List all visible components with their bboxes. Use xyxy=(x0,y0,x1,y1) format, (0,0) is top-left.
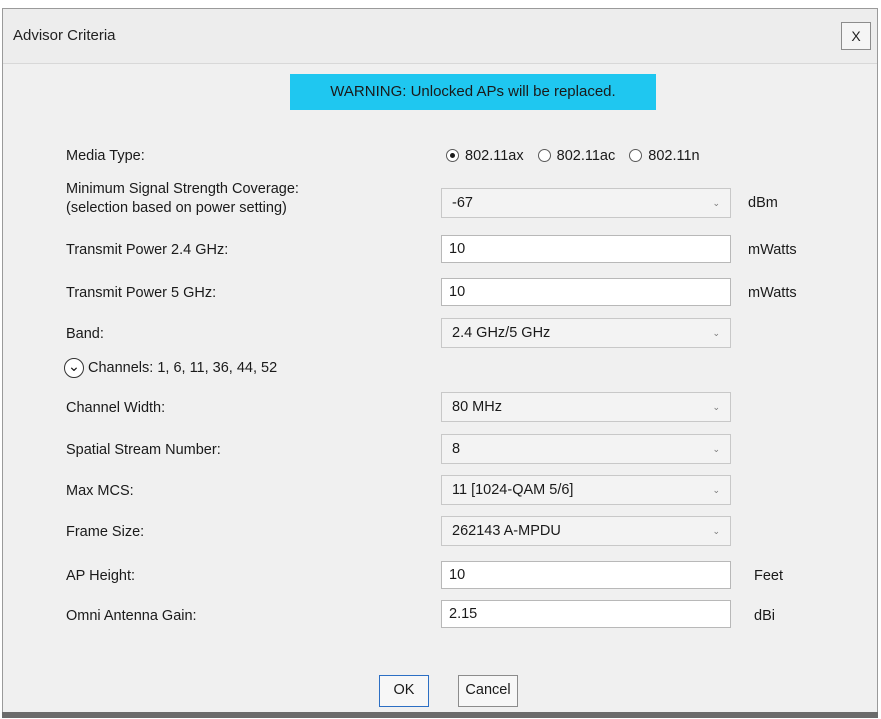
chevron-down-icon: ⌄ xyxy=(712,485,720,495)
close-button[interactable]: X xyxy=(841,22,871,50)
radio-80211n[interactable]: 802.11n xyxy=(629,148,700,165)
warning-banner: WARNING: Unlocked APs will be replaced. xyxy=(290,74,656,110)
ap-height-label: AP Height: xyxy=(66,568,136,584)
chevron-down-icon: ⌄ xyxy=(712,526,720,536)
chevron-down-icon: ⌄ xyxy=(712,328,720,338)
chevron-down-icon: ⌄ xyxy=(712,198,720,208)
radio-80211ax[interactable]: 802.11ax xyxy=(446,148,524,164)
frame-size-label: Frame Size: xyxy=(66,524,145,540)
radio-80211ax-label: 802.11ax xyxy=(465,148,524,165)
chevron-down-icon: ⌄ xyxy=(712,402,720,412)
max-mcs-label: Max MCS: xyxy=(66,483,134,499)
channel-width-value: 80 MHz xyxy=(452,399,502,415)
min-signal-value: -67 xyxy=(452,195,473,211)
max-mcs-value: 11 [1024-QAM 5/6] xyxy=(452,482,574,498)
chevron-down-circle-icon[interactable]: ⌄ xyxy=(64,358,84,378)
cancel-button[interactable]: Cancel xyxy=(458,675,518,707)
dialog-title: Advisor Criteria xyxy=(13,27,116,44)
media-type-radio-group: 802.11ax 802.11ac 802.11n xyxy=(446,148,710,168)
max-mcs-select[interactable]: 11 [1024-QAM 5/6] ⌄ xyxy=(441,475,731,505)
media-type-label: Media Type: xyxy=(66,148,145,164)
min-signal-select[interactable]: -67 ⌄ xyxy=(441,188,731,218)
min-signal-label: Minimum Signal Strength Coverage: (selec… xyxy=(66,180,299,218)
spatial-stream-label: Spatial Stream Number: xyxy=(66,442,221,458)
radio-80211ac[interactable]: 802.11ac xyxy=(537,148,616,165)
channel-width-label: Channel Width: xyxy=(66,400,166,416)
window-bottom-edge xyxy=(2,712,878,718)
tx-power-5-input[interactable]: 10 xyxy=(441,278,731,306)
radio-80211n-label: 802.11n xyxy=(648,148,700,165)
radio-80211ac-label: 802.11ac xyxy=(556,148,616,165)
band-label: Band: xyxy=(66,326,104,342)
band-value: 2.4 GHz/5 GHz xyxy=(452,325,551,341)
antenna-gain-unit: dBi xyxy=(754,608,775,624)
min-signal-label-line1: Minimum Signal Strength Coverage: xyxy=(66,181,299,197)
channels-label: Channels: 1, 6, 11, 36, 44, 52 xyxy=(88,359,278,376)
tx-power-24-label: Transmit Power 2.4 GHz: xyxy=(66,242,229,258)
tx-power-5-label: Transmit Power 5 GHz: xyxy=(66,285,217,301)
chevron-down-icon: ⌄ xyxy=(712,444,720,454)
frame-size-select[interactable]: 262143 A-MPDU ⌄ xyxy=(441,516,731,546)
min-signal-label-line2: (selection based on power setting) xyxy=(66,200,287,216)
radio-checked-icon xyxy=(446,149,459,163)
ap-height-input[interactable]: 10 xyxy=(441,561,731,589)
min-signal-unit: dBm xyxy=(748,195,778,211)
tx-power-24-unit: mWatts xyxy=(748,242,797,258)
frame-size-value: 262143 A-MPDU xyxy=(452,523,561,539)
tx-power-5-unit: mWatts xyxy=(748,285,797,301)
channels-expander[interactable]: ⌄ Channels: 1, 6, 11, 36, 44, 52 xyxy=(64,358,277,382)
radio-unchecked-icon xyxy=(537,149,551,163)
antenna-gain-label: Omni Antenna Gain: xyxy=(66,608,197,624)
spatial-stream-select[interactable]: 8 ⌄ xyxy=(441,434,731,464)
spatial-stream-value: 8 xyxy=(452,441,461,457)
channel-width-select[interactable]: 80 MHz ⌄ xyxy=(441,392,731,422)
title-bar: Advisor Criteria X xyxy=(3,9,877,64)
ok-button[interactable]: OK xyxy=(379,675,429,707)
tx-power-24-input[interactable]: 10 xyxy=(441,235,731,263)
ap-height-unit: Feet xyxy=(754,568,784,584)
radio-unchecked-icon xyxy=(629,149,643,163)
band-select[interactable]: 2.4 GHz/5 GHz ⌄ xyxy=(441,318,731,348)
antenna-gain-input[interactable]: 2.15 xyxy=(441,600,731,628)
